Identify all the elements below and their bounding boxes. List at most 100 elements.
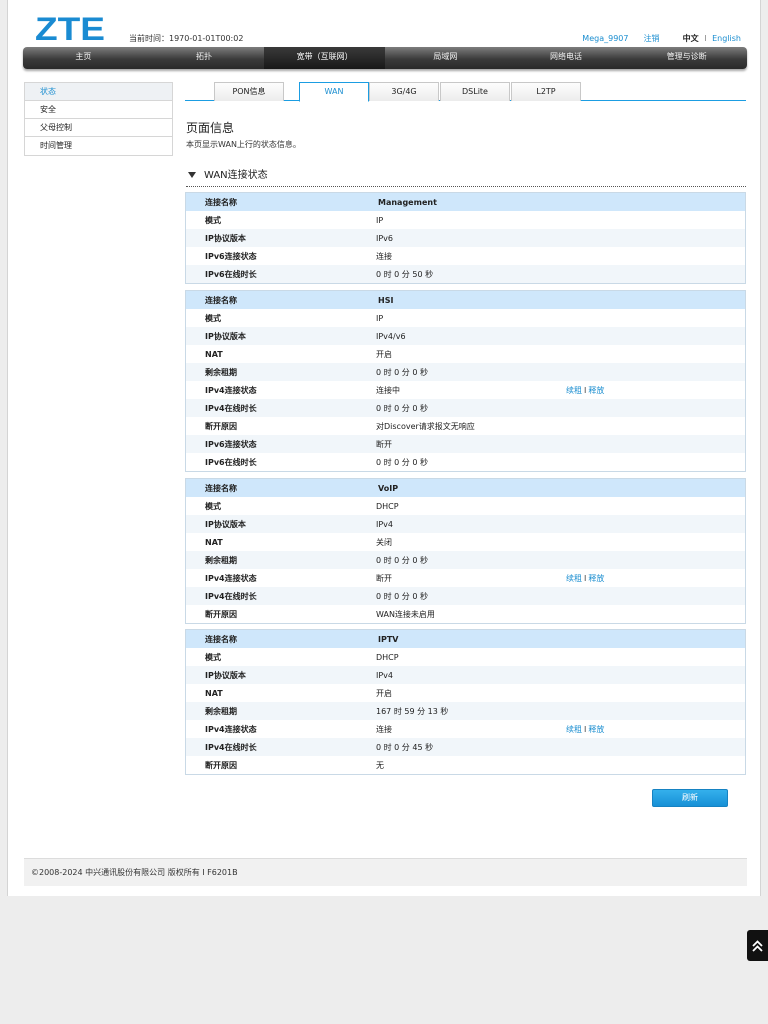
- release-link[interactable]: 释放: [588, 725, 604, 734]
- row-value: IPTV: [378, 634, 399, 644]
- row-value: IP: [376, 215, 384, 225]
- section-title: WAN连接状态: [204, 170, 268, 181]
- row-label: 模式: [205, 652, 221, 662]
- sidebar-item-security[interactable]: 安全: [25, 101, 172, 119]
- renew-link[interactable]: 续租: [566, 386, 582, 395]
- zte-logo: ZTE: [35, 12, 105, 44]
- row-value: 对Discover请求报文无响应: [376, 421, 475, 431]
- nav-lan[interactable]: 局域网: [385, 47, 506, 69]
- status-row: 模式 IP: [186, 309, 745, 327]
- release-link[interactable]: 释放: [588, 386, 604, 395]
- row-label: 断开原因: [205, 609, 237, 619]
- row-label: 连接名称: [205, 634, 237, 644]
- row-value: 0 时 0 分 50 秒: [376, 269, 434, 279]
- row-label: IPv6在线时长: [205, 269, 257, 279]
- page-container: ZTE 当前时间：1970-01-01T00:02 Mega_9907 注销 中…: [7, 0, 761, 896]
- wan-connection-hsi: 连接名称 HSI 模式 IP IP协议版本 IPv4/v6 NAT 开启 剩余租期 0 时 0 分…: [185, 290, 746, 472]
- double-chevron-up-icon: [752, 939, 763, 952]
- nav-home[interactable]: 主页: [23, 47, 144, 69]
- status-row: NAT 开启: [186, 345, 745, 363]
- row-label: IP协议版本: [205, 331, 246, 341]
- logout-link[interactable]: 注销: [644, 34, 660, 43]
- lang-chinese[interactable]: 中文: [683, 34, 699, 43]
- row-value: IPv6: [376, 233, 394, 243]
- nav-topology[interactable]: 拓扑: [144, 47, 265, 69]
- row-label: IP协议版本: [205, 233, 246, 243]
- username-link[interactable]: Mega_9907: [582, 34, 628, 43]
- nav-management[interactable]: 管理与诊断: [626, 47, 747, 69]
- connection-name-row: 连接名称 IPTV: [186, 630, 745, 648]
- tab-l2tp[interactable]: L2TP: [511, 82, 581, 101]
- row-value: 断开: [376, 439, 392, 449]
- nav-voip[interactable]: 网络电话: [506, 47, 627, 69]
- status-row: 模式 DHCP: [186, 648, 745, 666]
- row-value: DHCP: [376, 501, 399, 511]
- status-row: IPv4连接状态 连接 续租 I 释放: [186, 720, 745, 738]
- status-row: IP协议版本 IPv4: [186, 515, 745, 533]
- current-time: 当前时间：1970-01-01T00:02: [129, 34, 244, 43]
- row-value: 无: [376, 760, 384, 770]
- row-value: 0 时 0 分 45 秒: [376, 742, 434, 752]
- status-row: IPv6在线时长 0 时 0 分 0 秒: [186, 453, 745, 471]
- row-label: 断开原因: [205, 760, 237, 770]
- row-label: 模式: [205, 501, 221, 511]
- status-row: 模式 IP: [186, 211, 745, 229]
- status-row: IPv6连接状态 连接: [186, 247, 745, 265]
- connection-name-row: 连接名称 VoIP: [186, 479, 745, 497]
- row-value: 开启: [376, 688, 392, 698]
- status-row: 断开原因 无: [186, 756, 745, 774]
- collapse-triangle-icon[interactable]: [188, 172, 196, 178]
- status-row: NAT 开启: [186, 684, 745, 702]
- svg-text:ZTE: ZTE: [35, 12, 105, 44]
- status-row: NAT 关闭: [186, 533, 745, 551]
- tab-wan[interactable]: WAN: [299, 82, 369, 102]
- status-row: 断开原因 WAN连接未启用: [186, 605, 745, 623]
- nav-broadband[interactable]: 宽带（互联网）: [264, 47, 386, 69]
- renew-link[interactable]: 续租: [566, 725, 582, 734]
- row-label: IPv4在线时长: [205, 591, 257, 601]
- sidebar-item-status[interactable]: 状态: [25, 83, 172, 101]
- row-value: 断开: [376, 573, 392, 583]
- row-value: 连接中: [376, 385, 400, 395]
- row-value: 0 时 0 分 0 秒: [376, 591, 428, 601]
- tab-3g4g[interactable]: 3G/4G: [369, 82, 439, 101]
- sidebar-item-parental-control[interactable]: 父母控制: [25, 119, 172, 137]
- top-links: Mega_9907 注销 中文 I English: [582, 33, 741, 44]
- status-row: 剩余租期 0 时 0 分 0 秒: [186, 363, 745, 381]
- tab-pon-info[interactable]: PON信息: [214, 82, 284, 101]
- row-label: IPv4连接状态: [205, 724, 257, 734]
- status-row: IPv4在线时长 0 时 0 分 45 秒: [186, 738, 745, 756]
- row-value: 0 时 0 分 0 秒: [376, 403, 428, 413]
- row-label: NAT: [205, 349, 223, 359]
- status-row: IP协议版本 IPv4: [186, 666, 745, 684]
- section-header-wan-status[interactable]: WAN连接状态: [186, 166, 746, 187]
- row-value: 开启: [376, 349, 392, 359]
- sidebar-item-time-management[interactable]: 时间管理: [25, 137, 172, 155]
- status-row: IPv4连接状态 连接中 续租 I 释放: [186, 381, 745, 399]
- row-label: 剩余租期: [205, 706, 237, 716]
- tab-bar: PON信息 WAN 3G/4G DSLite L2TP: [185, 82, 746, 102]
- scroll-to-top-button[interactable]: [747, 930, 768, 961]
- row-label: NAT: [205, 688, 223, 698]
- row-label: 模式: [205, 313, 221, 323]
- tab-dslite[interactable]: DSLite: [440, 82, 510, 101]
- row-label: 连接名称: [205, 197, 237, 207]
- wan-connection-management: 连接名称 Management 模式 IP IP协议版本 IPv6 IPv6连接状态 连接 IP…: [185, 192, 746, 284]
- row-label: IPv4在线时长: [205, 403, 257, 413]
- release-link[interactable]: 释放: [588, 574, 604, 583]
- footer: ©2008-2024 中兴通讯股份有限公司 版权所有 I F6201B: [24, 858, 747, 886]
- lease-actions: 续租 I 释放: [566, 385, 604, 396]
- wan-connection-iptv: 连接名称 IPTV 模式 DHCP IP协议版本 IPv4 NAT 开启 剩余租期 167 时 5…: [185, 629, 746, 775]
- row-label: 连接名称: [205, 295, 237, 305]
- status-row: IPv4连接状态 断开 续租 I 释放: [186, 569, 745, 587]
- lang-separator: I: [704, 34, 707, 43]
- lang-english[interactable]: English: [712, 34, 741, 43]
- lease-actions: 续租 I 释放: [566, 724, 604, 735]
- row-label: 模式: [205, 215, 221, 225]
- refresh-button[interactable]: 刷新: [652, 789, 728, 807]
- renew-link[interactable]: 续租: [566, 574, 582, 583]
- row-value: HSI: [378, 295, 394, 305]
- row-value: 0 时 0 分 0 秒: [376, 457, 428, 467]
- row-value: 0 时 0 分 0 秒: [376, 555, 428, 565]
- row-value: VoIP: [378, 483, 399, 493]
